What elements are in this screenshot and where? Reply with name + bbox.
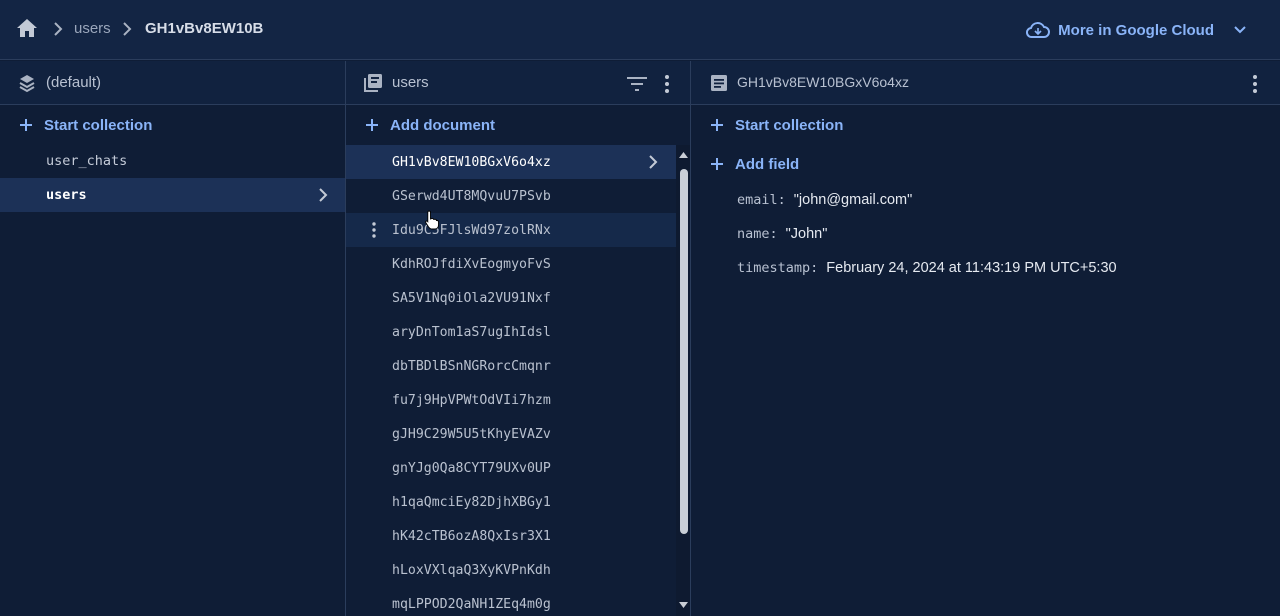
filter-icon[interactable] bbox=[626, 76, 648, 92]
database-title: (default) bbox=[46, 74, 102, 91]
document-list: GH1vBv8EW10BGxV6o4xz GSerwd4UT8MQvuU7PSv… bbox=[346, 145, 676, 616]
scroll-down-arrow-icon[interactable] bbox=[679, 601, 688, 609]
document-id: hLoxVXlqaQ3XyKVPnKdh bbox=[392, 562, 551, 578]
chevron-right-icon bbox=[649, 155, 658, 169]
document-row[interactable]: mqLPPOD2QaNH1ZEq4m0g bbox=[346, 587, 676, 616]
document-row[interactable]: h1qaQmciEy82DjhXBGy1 bbox=[346, 485, 676, 519]
start-collection-button[interactable]: Start collection bbox=[0, 108, 345, 142]
document-row[interactable]: KdhROJfdiXvEogmyoFvS bbox=[346, 247, 676, 281]
stack-icon bbox=[19, 75, 35, 93]
document-row[interactable]: fu7j9HpVPWtOdVIi7hzm bbox=[346, 383, 676, 417]
kebab-icon[interactable] bbox=[661, 74, 673, 94]
plus-icon bbox=[366, 119, 378, 131]
document-id: aryDnTom1aS7ugIhIdsl bbox=[392, 324, 551, 340]
document-id: gnYJg0Qa8CYT79UXv0UP bbox=[392, 460, 551, 476]
document-row[interactable]: gnYJg0Qa8CYT79UXv0UP bbox=[346, 451, 676, 485]
breadcrumb-document[interactable]: GH1vBv8EW10B bbox=[145, 20, 263, 37]
field-value: "John" bbox=[785, 226, 828, 242]
field-row-timestamp[interactable]: timestamp: February 24, 2024 at 11:43:19… bbox=[737, 255, 1117, 281]
field-key: email: bbox=[737, 192, 786, 208]
chevron-right-icon bbox=[54, 22, 63, 36]
document-row[interactable]: hK42cTB6ozA8QxIsr3X1 bbox=[346, 519, 676, 553]
chevron-right-icon bbox=[123, 22, 132, 36]
document-id: GSerwd4UT8MQvuU7PSvb bbox=[392, 188, 551, 204]
document-id: SA5V1Nq0iOla2VU91Nxf bbox=[392, 290, 551, 306]
breadcrumb-users[interactable]: users bbox=[74, 20, 111, 37]
document-row[interactable]: SA5V1Nq0iOla2VU91Nxf bbox=[346, 281, 676, 315]
document-id: KdhROJfdiXvEogmyoFvS bbox=[392, 256, 551, 272]
more-in-google-cloud-label: More in Google Cloud bbox=[1058, 21, 1214, 39]
start-collection-button[interactable]: Start collection bbox=[691, 108, 1280, 142]
chevron-down-icon bbox=[1234, 26, 1246, 34]
collection-panel: users Add document GH1vBv8EW10BGxV6o4xz … bbox=[346, 61, 691, 616]
collection-item-label: user_chats bbox=[46, 153, 128, 169]
document-title: GH1vBv8EW10BGxV6o4xz bbox=[737, 74, 909, 90]
top-bar: users GH1vBv8EW10B More in Google Cloud bbox=[0, 0, 1280, 60]
start-collection-label: Start collection bbox=[44, 116, 153, 134]
document-row[interactable]: hLoxVXlqaQ3XyKVPnKdh bbox=[346, 553, 676, 587]
plus-icon bbox=[20, 119, 32, 131]
collection-item-users[interactable]: users bbox=[0, 178, 345, 212]
collection-icon bbox=[364, 74, 382, 92]
document-id: GH1vBv8EW10BGxV6o4xz bbox=[392, 154, 551, 170]
document-id: fu7j9HpVPWtOdVIi7hzm bbox=[392, 392, 551, 408]
document-row[interactable]: dbTBDlBSnNGRorcCmqnr bbox=[346, 349, 676, 383]
collection-panel-header: users bbox=[346, 61, 690, 105]
field-key: timestamp: bbox=[737, 260, 819, 276]
document-row[interactable]: GSerwd4UT8MQvuU7PSvb bbox=[346, 179, 676, 213]
collection-item-user-chats[interactable]: user_chats bbox=[0, 144, 345, 178]
document-panel-header: GH1vBv8EW10BGxV6o4xz bbox=[691, 61, 1280, 105]
start-collection-label: Start collection bbox=[735, 116, 844, 134]
field-key: name: bbox=[737, 226, 778, 242]
add-document-button[interactable]: Add document bbox=[346, 108, 690, 142]
document-panel: GH1vBv8EW10BGxV6o4xz Start collection Ad… bbox=[691, 61, 1280, 616]
document-row[interactable]: aryDnTom1aS7ugIhIdsl bbox=[346, 315, 676, 349]
document-id: hK42cTB6ozA8QxIsr3X1 bbox=[392, 528, 551, 544]
scroll-up-arrow-icon[interactable] bbox=[679, 151, 688, 159]
document-icon bbox=[711, 75, 727, 91]
field-row-name[interactable]: name: "John" bbox=[737, 221, 827, 247]
add-document-label: Add document bbox=[390, 116, 495, 134]
document-id: Idu9C5FJlsWd97zolRNx bbox=[392, 222, 551, 238]
document-id: dbTBDlBSnNGRorcCmqnr bbox=[392, 358, 551, 374]
scrollbar-thumb[interactable] bbox=[680, 169, 688, 534]
field-row-email[interactable]: email: "john@gmail.com" bbox=[737, 187, 912, 213]
plus-icon bbox=[711, 119, 723, 131]
add-field-label: Add field bbox=[735, 155, 800, 173]
document-list-scrollbar[interactable] bbox=[676, 145, 690, 616]
field-value: "john@gmail.com" bbox=[793, 192, 913, 208]
field-value: February 24, 2024 at 11:43:19 PM UTC+5:3… bbox=[826, 260, 1117, 276]
document-row[interactable]: Idu9C5FJlsWd97zolRNx bbox=[346, 213, 676, 247]
more-in-google-cloud-button[interactable]: More in Google Cloud bbox=[1026, 16, 1248, 44]
hand-cursor-icon bbox=[425, 210, 439, 230]
kebab-icon[interactable] bbox=[370, 221, 378, 239]
root-panel: (default) Start collection user_chats us… bbox=[0, 61, 346, 616]
chevron-right-icon bbox=[319, 188, 328, 202]
document-id: mqLPPOD2QaNH1ZEq4m0g bbox=[392, 596, 551, 612]
document-id: h1qaQmciEy82DjhXBGy1 bbox=[392, 494, 551, 510]
add-field-button[interactable]: Add field bbox=[691, 147, 1280, 181]
plus-icon bbox=[711, 158, 723, 170]
kebab-icon[interactable] bbox=[1249, 74, 1261, 94]
document-id: gJH9C29W5U5tKhyEVAZv bbox=[392, 426, 551, 442]
home-icon[interactable] bbox=[16, 18, 38, 38]
document-row[interactable]: GH1vBv8EW10BGxV6o4xz bbox=[346, 145, 676, 179]
collection-title: users bbox=[392, 74, 429, 91]
collection-item-label: users bbox=[46, 187, 87, 203]
root-panel-header: (default) bbox=[0, 61, 345, 105]
cloud-icon bbox=[1026, 22, 1051, 38]
document-row[interactable]: gJH9C29W5U5tKhyEVAZv bbox=[346, 417, 676, 451]
